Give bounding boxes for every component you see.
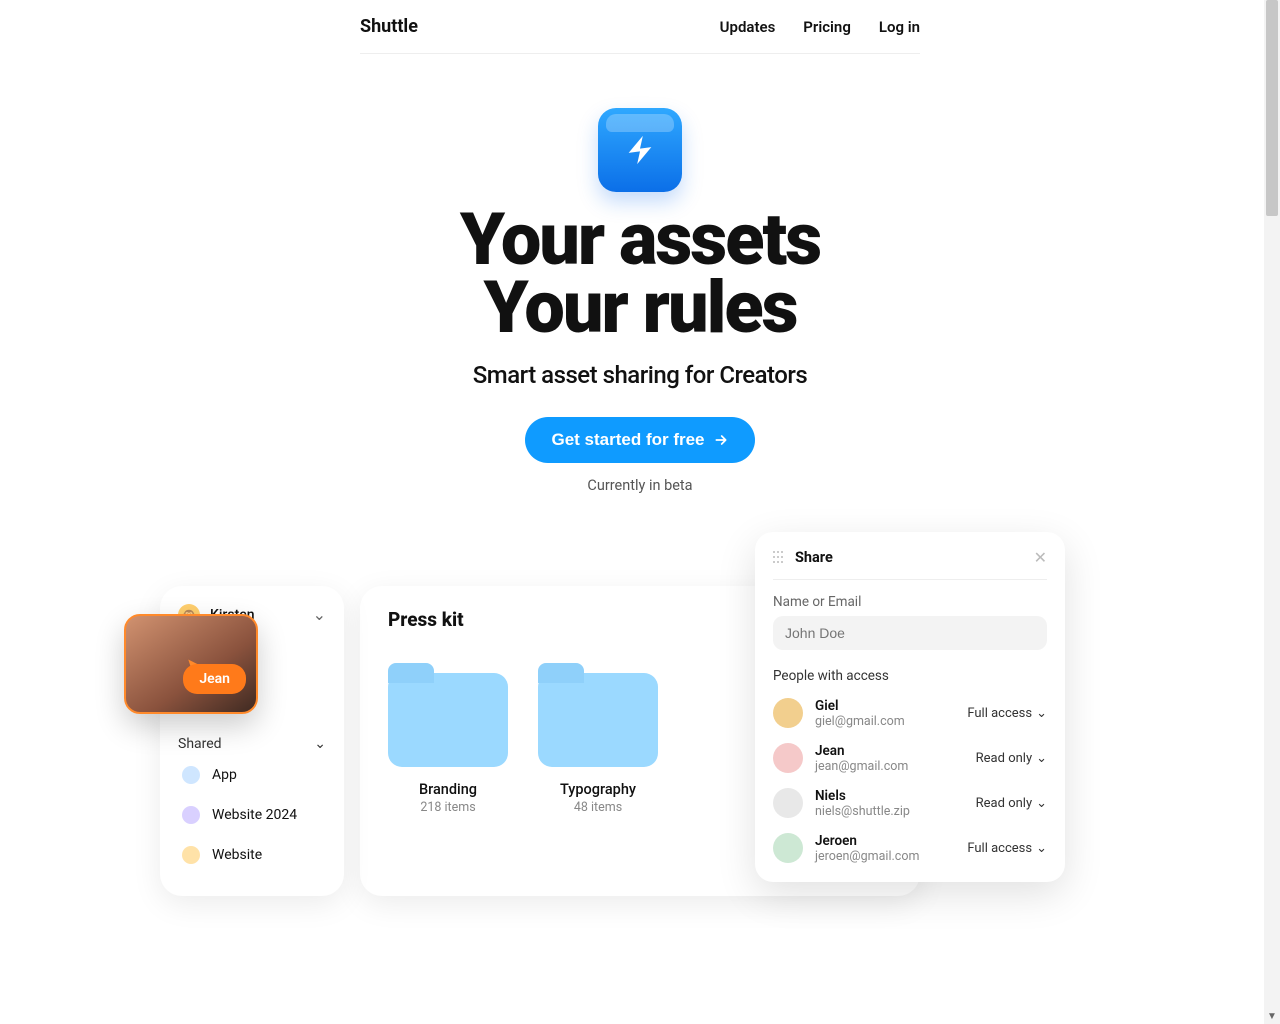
avatar — [773, 743, 803, 773]
person-name: Giel — [815, 698, 905, 714]
person-name: Jeroen — [815, 833, 919, 849]
folder-icon — [538, 673, 658, 767]
headline-line2: Your rules — [360, 274, 920, 342]
drag-handle-icon[interactable] — [773, 551, 785, 563]
tagline: Smart asset sharing for Creators — [360, 361, 920, 389]
person-row: Gielgiel@gmail.com Full access ⌄ — [773, 698, 1047, 729]
share-panel: Share ✕ Name or Email People with access… — [755, 532, 1065, 882]
beta-note: Currently in beta — [360, 477, 920, 494]
nav-pricing[interactable]: Pricing — [803, 18, 851, 36]
person-row: Nielsniels@shuttle.zip Read only ⌄ — [773, 788, 1047, 819]
workspace-icon — [182, 806, 200, 824]
access-label: Full access — [967, 706, 1032, 721]
sidebar-item-website-2024[interactable]: Website 2024 — [178, 798, 326, 832]
nav-updates[interactable]: Updates — [720, 18, 776, 36]
person-name: Jean — [815, 743, 908, 759]
app-icon — [598, 108, 682, 192]
avatar — [773, 698, 803, 728]
people-label: People with access — [773, 668, 1047, 684]
folder-branding[interactable]: Branding 218 items — [388, 673, 508, 815]
shared-label: Shared — [178, 736, 222, 752]
person-email: jeroen@gmail.com — [815, 849, 919, 864]
person-email: giel@gmail.com — [815, 714, 905, 729]
avatar — [773, 788, 803, 818]
chevron-down-icon: ⌄ — [313, 605, 326, 624]
sidebar-item-app[interactable]: App — [178, 758, 326, 792]
headline: Your assets Your rules — [360, 206, 920, 343]
sidebar-item-label: Website 2024 — [212, 807, 297, 823]
sidebar: 🐵 Kirsten ⌄ Jean Shared ⌄ App Website 20… — [160, 586, 344, 896]
sidebar-item-label: Website — [212, 847, 262, 863]
avatar — [773, 833, 803, 863]
access-dropdown[interactable]: Read only ⌄ — [976, 751, 1047, 766]
cta-button[interactable]: Get started for free — [525, 417, 754, 463]
headline-line1: Your assets — [360, 206, 920, 274]
share-title: Share — [795, 549, 833, 566]
folder-count: 48 items — [538, 800, 658, 815]
person-row: Jeanjean@gmail.com Read only ⌄ — [773, 743, 1047, 774]
chevron-down-icon: ⌄ — [1036, 841, 1047, 856]
arrow-right-icon — [713, 432, 729, 448]
collaborator-preview: Jean — [124, 614, 258, 714]
share-input-label: Name or Email — [773, 594, 1047, 610]
person-email: jean@gmail.com — [815, 759, 908, 774]
cta-label: Get started for free — [551, 430, 704, 450]
access-label: Read only — [976, 751, 1032, 766]
shared-section[interactable]: Shared ⌄ — [178, 736, 326, 752]
sidebar-item-website[interactable]: Website — [178, 838, 326, 872]
top-nav: Shuttle Updates Pricing Log in — [360, 0, 920, 54]
chevron-down-icon: ⌄ — [1036, 796, 1047, 811]
folder-icon — [388, 673, 508, 767]
person-row: Jeroenjeroen@gmail.com Full access ⌄ — [773, 833, 1047, 864]
access-label: Full access — [967, 841, 1032, 856]
hero: Your assets Your rules Smart asset shari… — [360, 54, 920, 494]
chevron-down-icon: ⌄ — [314, 736, 326, 752]
scroll-thumb[interactable] — [1266, 0, 1278, 216]
access-dropdown[interactable]: Read only ⌄ — [976, 796, 1047, 811]
access-dropdown[interactable]: Full access ⌄ — [967, 841, 1047, 856]
nav-login[interactable]: Log in — [879, 18, 920, 36]
brand[interactable]: Shuttle — [360, 16, 418, 37]
main-panel: Press kit Branding 218 items Typography … — [360, 586, 920, 896]
app-preview: 🐵 Kirsten ⌄ Jean Shared ⌄ App Website 20… — [360, 586, 920, 896]
folder-name: Branding — [388, 781, 508, 798]
sidebar-item-label: App — [212, 767, 237, 783]
workspace-icon — [182, 846, 200, 864]
folder-name: Typography — [538, 781, 658, 798]
chevron-down-icon: ⌄ — [1036, 751, 1047, 766]
person-name: Niels — [815, 788, 910, 804]
share-input[interactable] — [773, 616, 1047, 650]
close-icon[interactable]: ✕ — [1034, 548, 1047, 567]
person-email: niels@shuttle.zip — [815, 804, 910, 819]
folder-count: 218 items — [388, 800, 508, 815]
access-dropdown[interactable]: Full access ⌄ — [967, 706, 1047, 721]
folder-typography[interactable]: Typography 48 items — [538, 673, 658, 815]
scrollbar[interactable]: ▼ — [1264, 0, 1280, 1024]
collaborator-badge: Jean — [183, 664, 246, 694]
access-label: Read only — [976, 796, 1032, 811]
workspace-icon — [182, 766, 200, 784]
chevron-down-icon: ⌄ — [1036, 706, 1047, 721]
scroll-down-icon[interactable]: ▼ — [1267, 1011, 1277, 1022]
